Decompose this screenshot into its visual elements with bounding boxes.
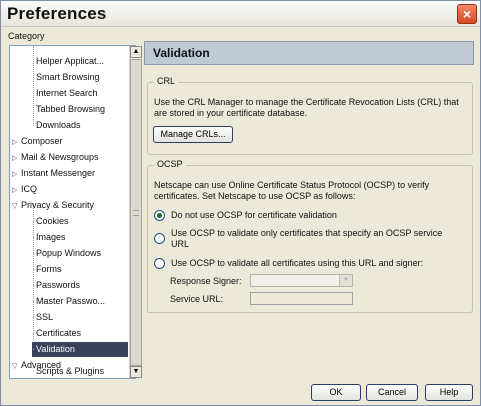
scroll-thumb[interactable] — [130, 59, 142, 366]
sidebar-item-tabbed-browsing[interactable]: ·Tabbed Browsing — [32, 102, 128, 117]
ocsp-group: OCSP Netscape can use Online Certificate… — [147, 159, 473, 313]
crl-legend: CRL — [154, 76, 179, 86]
sidebar-item-certificates[interactable]: ·Certificates — [32, 326, 128, 341]
ok-button[interactable]: OK — [311, 384, 361, 401]
sidebar-item-forms[interactable]: ·Forms — [32, 262, 128, 277]
collapse-arrow-icon[interactable]: ▽ — [12, 359, 21, 373]
sidebar-item-label: Cookies — [36, 216, 69, 226]
expand-arrow-icon[interactable]: ▷ — [12, 151, 21, 165]
window-title: Preferences — [7, 4, 107, 23]
sidebar-item-popup-windows[interactable]: ·Popup Windows — [32, 246, 128, 261]
sidebar-item-helper-applications[interactable]: ·Helper Applicat... — [32, 54, 128, 69]
sidebar-item-ssl[interactable]: ·SSL — [32, 310, 128, 325]
ok-label: OK — [329, 387, 343, 397]
radio-label: Use OCSP to validate only certificates t… — [171, 228, 443, 249]
sidebar-item-passwords[interactable]: ·Passwords — [32, 278, 128, 293]
sidebar-item-label: Helper Applicat... — [36, 56, 105, 66]
category-label: Category — [8, 31, 45, 41]
sidebar-item-downloads[interactable]: ·Downloads — [32, 118, 128, 133]
chevron-down-icon: ▼ — [339, 275, 352, 286]
cancel-button[interactable]: Cancel — [366, 384, 418, 401]
collapse-arrow-icon[interactable]: ▽ — [12, 199, 21, 213]
sidebar-item-label: Privacy & Security — [21, 200, 95, 210]
help-label: Help — [439, 387, 459, 397]
sidebar-item-master-passwords[interactable]: ·Master Passwo... — [32, 294, 128, 309]
sidebar-item-label: Tabbed Browsing — [36, 104, 106, 114]
sidebar-item-validation[interactable]: ·Validation — [32, 342, 128, 357]
sidebar-item-scripts-plugins[interactable]: ·Scripts & Plugins — [32, 364, 128, 379]
sidebar-item-label: Popup Windows — [36, 248, 102, 258]
radio-button[interactable] — [154, 233, 165, 244]
sidebar-item-smart-browsing[interactable]: ·Smart Browsing — [32, 70, 128, 85]
crl-group: CRL Use the CRL Manager to manage the Ce… — [147, 76, 473, 155]
radio-button[interactable] — [154, 258, 165, 269]
sidebar-item-mail-newsgroups[interactable]: ▷ Mail & Newsgroups — [12, 150, 128, 165]
sidebar-item-label: Downloads — [36, 120, 81, 130]
grip-icon — [133, 210, 139, 216]
radio-label: Use OCSP to validate all certificates us… — [171, 258, 424, 268]
crl-description: Use the CRL Manager to manage the Certif… — [154, 97, 459, 118]
radio-button[interactable] — [154, 210, 165, 221]
sidebar-item-label: Validation — [36, 344, 75, 354]
cancel-label: Cancel — [377, 387, 406, 397]
manage-crls-button[interactable]: Manage CRLs... — [153, 126, 233, 143]
expand-arrow-icon[interactable]: ▷ — [12, 167, 21, 181]
sidebar-item-label: Composer — [21, 136, 63, 146]
ocsp-description: Netscape can use Online Certificate Stat… — [154, 180, 430, 201]
ocsp-option-service-url[interactable]: Use OCSP to validate only certificates t… — [154, 228, 466, 252]
arrow-up-icon: ▲ — [132, 48, 140, 55]
sidebar-item-instant-messenger[interactable]: ▷ Instant Messenger — [12, 166, 128, 181]
sidebar-item-icq[interactable]: ▷ ICQ — [12, 182, 128, 197]
sidebar-item-label: SSL — [36, 312, 54, 322]
scroll-up-button[interactable]: ▲ — [130, 46, 142, 58]
scroll-down-button[interactable]: ▼ — [130, 366, 142, 378]
close-icon: × — [462, 6, 472, 22]
sidebar-item-label: Scripts & Plugins — [36, 366, 105, 376]
sidebar-item-label: Mail & Newsgroups — [21, 152, 99, 162]
sidebar-item-label: Instant Messenger — [21, 168, 96, 178]
sidebar-item-label: ICQ — [21, 184, 38, 194]
manage-crls-label: Manage CRLs... — [160, 129, 226, 139]
expand-arrow-icon[interactable]: ▷ — [12, 183, 21, 197]
tree-scrollbar[interactable]: ▲ ▼ — [129, 46, 142, 378]
sidebar-item-cookies[interactable]: ·Cookies — [32, 214, 128, 229]
sidebar-item-label: Images — [36, 232, 66, 242]
sidebar-item-label: Certificates — [36, 328, 82, 338]
response-signer-select[interactable]: ▼ — [250, 274, 353, 287]
ocsp-option-all[interactable]: Use OCSP to validate all certificates us… — [154, 258, 466, 270]
sidebar-item-label: Internet Search — [36, 88, 98, 98]
radio-label: Do not use OCSP for certificate validati… — [171, 210, 337, 220]
sidebar-item-privacy-security[interactable]: ▽ Privacy & Security — [12, 198, 128, 213]
sidebar-item-composer[interactable]: ▷ Composer — [12, 134, 128, 149]
help-button[interactable]: Help — [425, 384, 473, 401]
service-url-label: Service URL: — [170, 294, 224, 304]
sidebar-item-label: Smart Browsing — [36, 72, 100, 82]
response-signer-label: Response Signer: — [170, 276, 242, 286]
sidebar-item-label: Passwords — [36, 280, 81, 290]
ocsp-legend: OCSP — [154, 159, 186, 169]
expand-arrow-icon[interactable]: ▷ — [12, 135, 21, 149]
arrow-down-icon: ▼ — [132, 368, 140, 375]
ocsp-option-none[interactable]: Do not use OCSP for certificate validati… — [154, 210, 466, 222]
sidebar-item-label: Forms — [36, 264, 62, 274]
service-url-input[interactable] — [250, 292, 353, 305]
category-tree[interactable]: ·Helper Applicat... ·Smart Browsing ·Int… — [9, 45, 142, 379]
page-title: Validation — [144, 41, 474, 65]
sidebar-item-label: Master Passwo... — [36, 296, 106, 306]
preferences-window: Preferences × Category ·Helper Applicat.… — [0, 0, 481, 406]
sidebar-item-internet-search[interactable]: ·Internet Search — [32, 86, 128, 101]
sidebar-item-images[interactable]: ·Images — [32, 230, 128, 245]
title-bar[interactable]: Preferences × — [1, 1, 480, 27]
close-button[interactable]: × — [457, 4, 477, 24]
